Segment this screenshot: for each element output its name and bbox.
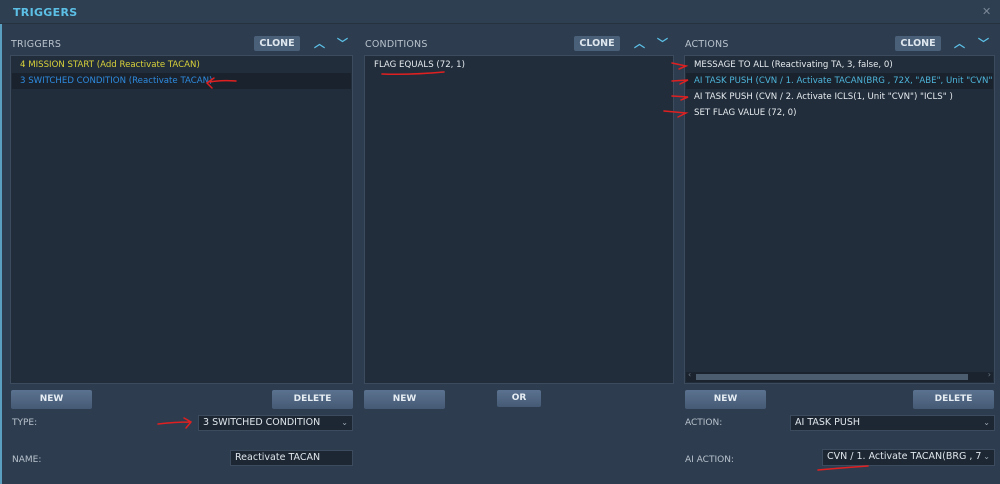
annotation-underline-ai-action [817,465,869,471]
scroll-left-icon[interactable]: ‹ [688,370,691,379]
conditions-clone-button[interactable]: CLONE [574,36,620,51]
name-label: NAME: [12,455,42,465]
trigger-delete-button[interactable]: DELETE [272,390,353,409]
trigger-item-selected[interactable]: 3 SWITCHED CONDITION (Reactivate TACAN) [12,73,351,89]
action-item[interactable]: MESSAGE TO ALL (Reactivating TA, 3, fals… [686,57,993,73]
window-title: TRIGGERS [13,6,78,19]
scroll-right-icon[interactable]: › [988,370,991,379]
condition-new-button[interactable]: NEW [364,390,445,409]
triggers-move-down-icon[interactable]: ﹀ [337,35,348,51]
action-item[interactable]: SET FLAG VALUE (72, 0) [686,105,993,121]
name-input[interactable]: Reactivate TACAN [230,450,353,466]
actions-move-up-icon[interactable]: ︿ [954,35,965,51]
type-label: TYPE: [12,418,38,428]
type-value: 3 SWITCHED CONDITION [203,417,321,428]
action-value: AI TASK PUSH [795,417,861,428]
action-label: ACTION: [685,418,723,428]
ai-action-label: AI ACTION: [685,455,734,465]
action-new-button[interactable]: NEW [685,390,766,409]
conditions-move-up-icon[interactable]: ︿ [634,35,645,51]
ai-action-value: CVN / 1. Activate TACAN(BRG , 7 [827,451,982,462]
annotation-arrow-type [157,417,193,429]
close-icon[interactable]: ✕ [982,5,991,18]
action-item[interactable]: AI TASK PUSH (CVN / 2. Activate ICLS(1, … [686,89,993,105]
conditions-move-down-icon[interactable]: ﹀ [657,35,668,51]
scrollbar-thumb[interactable] [696,374,968,380]
action-item-selected[interactable]: AI TASK PUSH (CVN / 1. Activate TACAN(BR… [686,73,993,89]
type-select[interactable]: 3 SWITCHED CONDITION ⌄ [198,415,353,431]
conditions-list[interactable]: FLAG EQUALS (72, 1) [364,55,674,384]
condition-item[interactable]: FLAG EQUALS (72, 1) [366,57,672,73]
action-select[interactable]: AI TASK PUSH ⌄ [790,415,995,431]
conditions-header: CONDITIONS [365,39,428,50]
title-bar [0,0,1000,24]
window-edge [0,0,2,484]
triggers-list[interactable]: 4 MISSION START (Add Reactivate TACAN) 3… [10,55,353,384]
action-delete-button[interactable]: DELETE [913,390,994,409]
trigger-new-button[interactable]: NEW [11,390,92,409]
chevron-down-icon: ⌄ [341,418,348,427]
horizontal-scrollbar[interactable]: ‹ › [686,370,993,382]
triggers-header: TRIGGERS [11,39,62,50]
actions-header: ACTIONS [685,39,729,50]
chevron-down-icon: ⌄ [983,452,990,461]
chevron-down-icon: ⌄ [983,418,990,427]
actions-list[interactable]: MESSAGE TO ALL (Reactivating TA, 3, fals… [684,55,995,384]
condition-or-button[interactable]: OR [497,390,541,407]
triggers-move-up-icon[interactable]: ︿ [314,35,325,51]
ai-action-select[interactable]: CVN / 1. Activate TACAN(BRG , 7 ⌄ [822,449,995,466]
actions-clone-button[interactable]: CLONE [895,36,941,51]
trigger-item[interactable]: 4 MISSION START (Add Reactivate TACAN) [12,57,351,73]
actions-move-down-icon[interactable]: ﹀ [978,35,989,51]
triggers-clone-button[interactable]: CLONE [254,36,300,51]
